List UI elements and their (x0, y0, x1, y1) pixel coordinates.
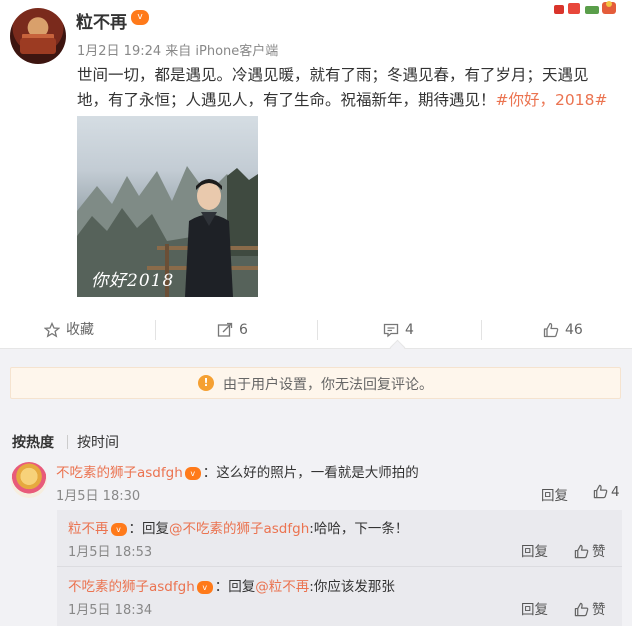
comment-body: 不吃素的狮子asdfgh v ：这么好的照片，一看就是大师拍的 (56, 461, 419, 481)
author-avatar[interactable] (10, 8, 66, 64)
post-text-line: 世间一切，都是遇见。冷遇见暖，就有了雨；冬遇见春，有了岁月；天遇见 (77, 66, 589, 84)
thumbs-up-icon (543, 322, 559, 338)
photo-overlay-text: 你好2018 (91, 271, 175, 291)
hashtag-link[interactable]: #你好，2018# (496, 91, 608, 109)
repost-icon (217, 322, 233, 337)
repost-count: 6 (239, 322, 248, 338)
comment-count: 4 (405, 322, 414, 338)
commenter-name[interactable]: 不吃素的狮子asdfgh (56, 465, 183, 481)
comment-text: ：这么好的照片，一看就是大师拍的 (202, 465, 419, 481)
mention-link[interactable]: @不吃素的狮子asdfgh (169, 521, 309, 537)
comment-icon (383, 323, 399, 338)
reply-prefix: ：回复 (214, 579, 256, 595)
reply-like-label: 赞 (592, 544, 606, 560)
comment-time: 1月5日 18:30 (56, 489, 141, 504)
comment-like-button[interactable]: 4 (593, 484, 620, 500)
thumbs-up-icon (574, 602, 589, 617)
post-meta: 1月2日 19:24 来自 iPhone客户端 (77, 44, 279, 59)
comment-reply-button[interactable]: 回复 (541, 484, 568, 504)
mention-link[interactable]: @粒不再 (255, 579, 309, 595)
action-divider (481, 320, 482, 340)
action-divider (317, 320, 318, 340)
reply-author-name[interactable]: 粒不再 (68, 521, 109, 537)
action-divider (155, 320, 156, 340)
vip-badge-icon: v (184, 467, 201, 480)
reply-reply-button[interactable]: 回复 (521, 598, 548, 618)
reply-text: :哈哈，下一条！ (309, 521, 409, 537)
reply-body: 粒不再 v ：回复@不吃素的狮子asdfgh:哈哈，下一条！ (68, 517, 408, 537)
like-button[interactable]: 46 (543, 312, 583, 348)
repost-button[interactable]: 6 (217, 312, 248, 348)
vip-badge-icon: v (110, 523, 127, 536)
sort-by-hot-tab[interactable]: 按热度 (12, 432, 54, 452)
sort-divider (67, 435, 68, 449)
like-count: 46 (565, 322, 583, 338)
thumbs-up-icon (593, 484, 608, 499)
reply-like-button[interactable]: 赞 (574, 598, 606, 618)
reply-like-label: 赞 (592, 602, 606, 618)
post-text-segment: 地，有了永恒；人遇见人，有了生命。祝福新年，期待遇见！ (77, 91, 496, 109)
author-name[interactable]: 粒不再 (76, 8, 127, 33)
star-icon (44, 322, 60, 338)
reply-time: 1月5日 18:34 (68, 603, 153, 618)
thumbs-up-icon (574, 544, 589, 559)
action-bar-border (0, 348, 632, 349)
comment-like-count: 4 (611, 484, 620, 500)
reply-prefix: ：回复 (128, 521, 170, 537)
post-photo[interactable]: 你好2018 (77, 116, 258, 297)
reply-author-name[interactable]: 不吃素的狮子asdfgh (68, 579, 195, 595)
reply-time: 1月5日 18:53 (68, 545, 153, 560)
reply-divider (57, 566, 622, 567)
post-text: 世间一切，都是遇见。冷遇见暖，就有了雨；冬遇见春，有了岁月；天遇见 地，有了永恒… (77, 63, 617, 113)
post-text-line: 地，有了永恒；人遇见人，有了生命。祝福新年，期待遇见！#你好，2018# (77, 88, 617, 113)
festive-decoration-icon (554, 1, 616, 14)
favorite-label: 收藏 (66, 322, 94, 338)
reply-reply-button[interactable]: 回复 (521, 540, 548, 560)
reply-text: :你应该发那张 (309, 579, 395, 595)
vip-badge-icon: v (131, 10, 149, 25)
sort-by-time-tab[interactable]: 按时间 (77, 432, 119, 452)
warning-icon: ! (198, 375, 214, 391)
vip-badge-icon: v (196, 581, 213, 594)
commenter-avatar[interactable] (11, 462, 47, 498)
reply-disabled-notice: ! 由于用户设置，你无法回复评论。 (10, 367, 621, 399)
action-bar: 收藏 6 4 46 (0, 312, 632, 348)
reply-body: 不吃素的狮子asdfgh v ：回复@粒不再:你应该发那张 (68, 575, 395, 595)
favorite-button[interactable]: 收藏 (44, 312, 94, 348)
notice-text: 由于用户设置，你无法回复评论。 (223, 377, 433, 393)
reply-like-button[interactable]: 赞 (574, 540, 606, 560)
